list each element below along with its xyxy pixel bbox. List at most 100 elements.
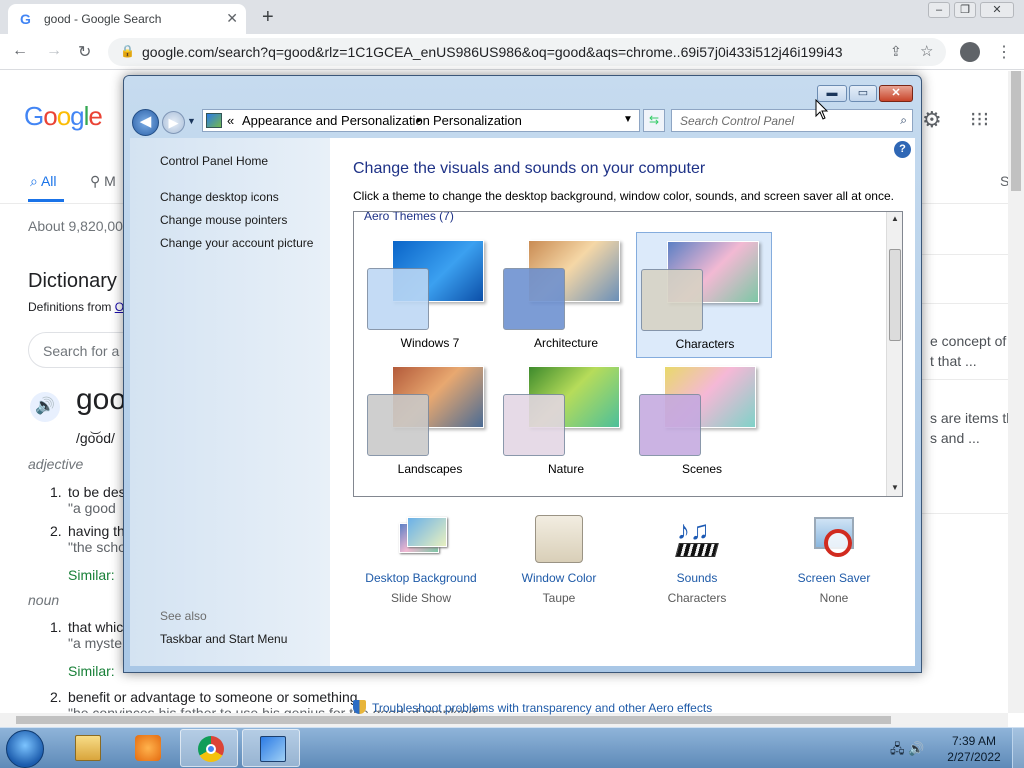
chrome-menu-icon[interactable]: ⋮ (996, 42, 1012, 62)
breadcrumb-separator-icon[interactable]: ▸ (417, 115, 422, 126)
theme-list-scrollbar[interactable]: ▲ ▼ (886, 212, 902, 496)
scroll-down-icon[interactable]: ▼ (891, 483, 899, 492)
link-change-account-picture[interactable]: Change your account picture (160, 236, 313, 250)
desktop-background-option[interactable]: Desktop Background Slide Show (351, 515, 491, 605)
definition-2: having th (68, 523, 125, 539)
search-tab-all[interactable]: ⌕ All (30, 173, 57, 190)
reload-icon[interactable]: ↻ (78, 42, 91, 62)
theme-windows-7[interactable]: Windows 7 (362, 232, 498, 358)
address-bar[interactable]: 🔒 google.com/search?q=good&rlz=1C1GCEA_e… (108, 38, 946, 66)
screen-saver-icon (810, 515, 858, 563)
minimize-browser-button[interactable]: – (928, 2, 950, 18)
breadcrumb-overflow[interactable]: « (227, 113, 234, 128)
scroll-up-icon[interactable]: ▲ (891, 214, 899, 223)
apps-grid-icon[interactable]: ⁝⁝⁝ (970, 107, 989, 132)
definition-1: to be des (68, 484, 126, 500)
clock-time: 7:39 AM (951, 734, 997, 748)
address-breadcrumb-bar[interactable]: « Appearance and Personalization ▸ Perso… (202, 109, 640, 132)
theme-landscapes[interactable]: Landscapes (362, 358, 498, 484)
new-tab-button[interactable]: + (262, 6, 274, 29)
link-change-desktop-icons[interactable]: Change desktop icons (160, 190, 279, 204)
search-tab-maps[interactable]: ⚲ M (90, 173, 116, 190)
vertical-scroll-thumb[interactable] (1011, 71, 1021, 191)
breadcrumb-personalization[interactable]: Personalization (433, 113, 522, 128)
screen-saver-option[interactable]: Screen Saver None (764, 515, 904, 605)
taskbar-explorer[interactable] (58, 729, 116, 767)
sounds-option[interactable]: ♪♫ Sounds Characters (627, 515, 767, 605)
search-control-panel-input[interactable]: Search Control Panel ⌕ (671, 109, 913, 132)
link-taskbar-start-menu[interactable]: Taskbar and Start Menu (160, 632, 287, 646)
theme-nature[interactable]: Nature (498, 358, 634, 484)
right-snippet-1b: t that ... (930, 353, 977, 369)
system-clock[interactable]: 7:39 AM 2/27/2022 (940, 733, 1008, 765)
search-tab-right[interactable]: S (1000, 173, 1008, 189)
option-value: None (819, 591, 849, 605)
window-color-option[interactable]: Window Color Taupe (489, 515, 629, 605)
back-button[interactable]: ◀ (132, 109, 159, 136)
part-of-speech-adjective: adjective (28, 456, 84, 472)
tab-title: good - Google Search (44, 12, 162, 26)
gear-icon[interactable]: ⚙ (922, 107, 942, 133)
taskbar-control-panel[interactable] (242, 729, 300, 767)
troubleshoot-link[interactable]: Troubleshoot problems with transparency … (353, 700, 712, 715)
back-arrow-icon[interactable]: ← (12, 42, 28, 60)
link-change-mouse-pointers[interactable]: Change mouse pointers (160, 213, 287, 227)
taskbar-media-player[interactable] (118, 729, 176, 767)
option-label: Desktop Background (365, 571, 477, 585)
result-stats: About 9,820,00 (28, 218, 123, 234)
profile-avatar-icon[interactable] (960, 42, 980, 62)
option-value: Slide Show (390, 591, 452, 605)
tray-icons[interactable]: 🖧 🔊 (890, 740, 924, 762)
horizontal-scroll-thumb[interactable] (16, 716, 891, 724)
logo-letter: o (43, 101, 58, 131)
google-logo[interactable]: Google (24, 101, 103, 132)
restore-browser-button[interactable]: ❐ (954, 2, 976, 18)
personalization-window: ▬ ▭ ✕ ◀ ▶ ▼ « Appearance and Personaliza… (123, 75, 922, 715)
help-icon[interactable]: ? (894, 141, 911, 158)
close-tab-icon[interactable]: ✕ (226, 10, 238, 27)
close-browser-button[interactable]: ✕ (980, 2, 1014, 18)
right-divider-3 (922, 379, 1008, 380)
close-window-button[interactable]: ✕ (879, 85, 913, 102)
browser-tab[interactable]: G good - Google Search ✕ (8, 4, 246, 34)
browser-tab-strip: G good - Google Search ✕ + – ❐ ✕ (0, 0, 1024, 34)
def-number-3: 1. (50, 619, 62, 635)
forward-arrow-icon[interactable]: → (46, 42, 62, 60)
page-horizontal-scrollbar[interactable] (0, 713, 1008, 727)
option-value: Characters (667, 591, 727, 605)
page-vertical-scrollbar[interactable] (1008, 71, 1024, 713)
search-icon[interactable]: ⌕ (900, 113, 907, 128)
theme-list[interactable]: Aero Themes (7) Windows 7 Architecture C… (353, 211, 903, 497)
speaker-icon[interactable]: 🔊 (30, 392, 60, 422)
example-3: "a myste (68, 635, 122, 651)
theme-characters[interactable]: Characters (636, 232, 772, 358)
forward-button[interactable]: ▶ (162, 111, 185, 134)
theme-scenes[interactable]: Scenes (634, 358, 770, 484)
network-icon[interactable]: 🖧 (890, 741, 905, 756)
volume-icon[interactable]: 🔊 (908, 741, 924, 756)
search-icon: ⌕ (30, 173, 38, 189)
url-text: google.com/search?q=good&rlz=1C1GCEA_enU… (142, 44, 842, 60)
example-1: "a good (68, 500, 116, 516)
similar-label-2: Similar: (68, 663, 115, 679)
right-snippet-2b: s and ... (930, 430, 980, 446)
mouse-cursor-icon (815, 99, 829, 120)
theme-label: Nature (547, 462, 585, 476)
share-icon[interactable]: ⇪ (890, 43, 902, 60)
start-button[interactable] (6, 730, 44, 768)
windows-7-color-swatch (367, 268, 429, 330)
recent-pages-dropdown-icon[interactable]: ▼ (187, 116, 196, 126)
link-control-panel-home[interactable]: Control Panel Home (160, 154, 268, 168)
show-desktop-button[interactable] (1012, 728, 1024, 768)
maximize-window-button[interactable]: ▭ (849, 85, 877, 102)
task-pane: Control Panel Home Change desktop icons … (130, 138, 330, 666)
theme-architecture[interactable]: Architecture (498, 232, 634, 358)
theme-scroll-thumb[interactable] (889, 249, 901, 341)
bookmark-star-icon[interactable]: ☆ (920, 42, 933, 60)
right-divider-4 (922, 513, 1008, 514)
tab-all-label: All (40, 173, 57, 189)
refresh-icon[interactable]: ⇆ (643, 109, 665, 132)
address-dropdown-icon[interactable]: ▼ (623, 114, 633, 125)
breadcrumb-appearance[interactable]: Appearance and Personalization (242, 113, 430, 128)
taskbar-chrome[interactable] (180, 729, 238, 767)
